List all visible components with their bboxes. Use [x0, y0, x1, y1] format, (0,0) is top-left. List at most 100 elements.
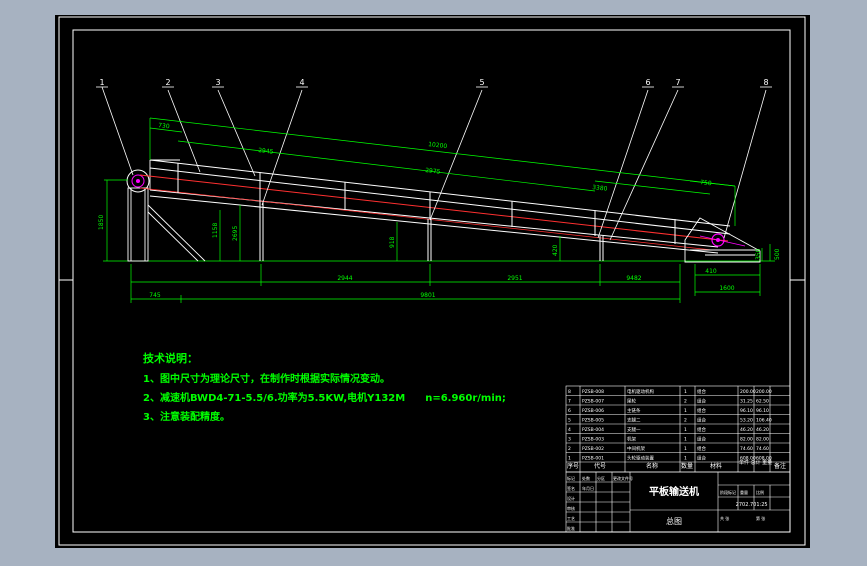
header-weight: 单件 总计 重量: [739, 459, 772, 466]
parts-table-cell: 46.20: [740, 427, 753, 433]
title-block-cell: 重量: [740, 489, 748, 495]
parts-table-cell: 组合: [697, 407, 706, 414]
parts-table-cell: 中间机架: [627, 445, 645, 452]
parts-table-cell: 组合: [697, 445, 706, 452]
parts-table-cell: 200.00: [756, 389, 772, 395]
parts-table-cell: 支腿一: [627, 426, 641, 433]
parts-table-cell: 组合: [697, 398, 706, 405]
parts-table-cell: 组合: [697, 426, 706, 433]
balloon-2: 2: [165, 78, 170, 87]
balloon-8: 8: [763, 78, 768, 87]
dim-height-left: 1850: [98, 215, 105, 230]
parts-table-cell: PZSB-002: [582, 446, 604, 452]
dim-small-right-1: 350: [755, 248, 762, 260]
parts-table-cell: PZSB-001: [582, 456, 604, 462]
notes-line-2: 2、减速机BWD4-71-5.5/6.功率为5.5KW,电机Y132M n=6.…: [143, 391, 506, 404]
parts-table-cell: 1: [684, 456, 687, 462]
parts-table-cell: 82.00: [740, 437, 753, 443]
drawing-svg: 1 2 3 4 5 6 7 8 730 10200 750 2945 2975 …: [55, 15, 810, 548]
parts-table-cell: 7: [568, 399, 571, 405]
parts-table-cell: PZSB-003: [582, 437, 604, 443]
title-block-cell: 批准: [567, 525, 575, 531]
title-block-cell: 共 张: [720, 515, 729, 521]
parts-table-cell: 1: [684, 389, 687, 395]
parts-table-cell: 46.20: [756, 427, 769, 433]
dim-top-right: 750: [700, 179, 712, 187]
dim-bottom-left: 745: [149, 292, 161, 299]
dim-base-right-1: 410: [705, 268, 717, 275]
parts-table-cell: 2: [568, 446, 571, 452]
parts-table-cell: 4: [568, 427, 571, 433]
parts-table-cell: 主链条: [627, 407, 641, 414]
drawing-sheet: [55, 15, 810, 548]
title-block-cell: 更改文件号: [613, 475, 633, 481]
parts-table-cell: 组合: [697, 436, 706, 443]
parts-table-cell: 74.60: [756, 446, 769, 452]
parts-table-cell: 电机驱动机构: [627, 388, 654, 395]
header-code: 代号: [594, 462, 606, 470]
drawing-kind: 总图: [666, 516, 682, 526]
balloon-1: 1: [99, 78, 104, 87]
title-block-cell: 签名: [567, 485, 575, 491]
parts-table-cell: 96.10: [740, 408, 753, 414]
balloon-6: 6: [645, 78, 650, 87]
notes-line-3: 3、注意装配精度。: [143, 410, 230, 423]
title-block-cell: 阶段标记: [720, 489, 736, 495]
dim-height-c: 918: [389, 236, 396, 248]
notes-line-1: 1、图中尺寸为理论尺寸，在制作时根据实际情况变动。: [143, 372, 390, 385]
title-block-cell: 审核: [567, 505, 575, 511]
parts-table-cell: PZSB-008: [582, 389, 604, 395]
parts-table-cell: 尾轮: [627, 398, 636, 405]
scale-ratio: 1:25: [756, 502, 767, 508]
dim-bottom-span-3: 9482: [626, 275, 641, 282]
title-block-cell: 第 张: [756, 515, 765, 521]
parts-table-cell: 支腿二: [627, 417, 641, 424]
parts-table-cell: 3: [568, 437, 571, 443]
parts-table-cell: 组合: [697, 455, 706, 462]
parts-table-cell: 1: [684, 437, 687, 443]
parts-table-cell: 头轮驱动装置: [627, 455, 654, 462]
title-block-cell: 标记: [567, 475, 575, 481]
parts-table-cell: 74.60: [740, 446, 753, 452]
balloon-3: 3: [215, 78, 220, 87]
parts-table-cell: 62.50: [756, 399, 769, 405]
dim-bottom-span-1: 2944: [337, 275, 352, 282]
drawing-name: 平板输送机: [649, 485, 699, 498]
parts-table-cell: 组合: [697, 388, 706, 395]
header-remark: 备注: [774, 462, 786, 470]
parts-table-cell: 96.10: [756, 408, 769, 414]
parts-table-cell: PZSB-005: [582, 418, 604, 424]
title-block-cell: 处数: [582, 475, 590, 481]
dim-small-right-2: 500: [774, 248, 781, 260]
dim-top-left: 730: [158, 122, 170, 130]
parts-table-cell: 1: [684, 427, 687, 433]
parts-table-cell: 200.00: [740, 389, 756, 395]
title-block-cell: 分区: [597, 475, 605, 481]
parts-table-cell: 1: [684, 446, 687, 452]
parts-table-cell: 5: [568, 418, 571, 424]
parts-table-cell: PZSB-006: [582, 408, 604, 414]
header-seq: 序号: [567, 462, 579, 470]
parts-table-cell: PZSB-004: [582, 427, 604, 433]
dim-base-right-2: 1600: [719, 285, 734, 292]
header-name: 名称: [646, 462, 658, 470]
dim-height-a: 1158: [212, 223, 219, 238]
scale-weight: 2702.70: [736, 502, 757, 508]
cad-drawing-viewport: 1 2 3 4 5 6 7 8 730 10200 750 2945 2975 …: [0, 0, 867, 562]
notes-title: 技术说明：: [143, 351, 198, 365]
balloon-5: 5: [479, 78, 484, 87]
parts-table-cell: 组合: [697, 417, 706, 424]
parts-table-cell: 82.00: [756, 437, 769, 443]
title-block-cell: 比例: [756, 489, 764, 495]
parts-table-cell: PZSB-007: [582, 399, 604, 405]
dim-bottom-span-2: 2951: [507, 275, 522, 282]
dim-height-b: 2695: [232, 226, 239, 241]
parts-table-cell: 8: [568, 389, 571, 395]
parts-table-cell: 6: [568, 408, 571, 414]
dim-bottom-total: 9801: [420, 292, 435, 299]
title-block-cell: 年月日: [582, 485, 594, 491]
dim-angle-right: 420: [552, 244, 559, 256]
parts-table-cell: 53.20: [740, 418, 753, 424]
title-block-cell: 设计: [567, 495, 575, 501]
parts-table-cell: 机架: [627, 436, 636, 443]
